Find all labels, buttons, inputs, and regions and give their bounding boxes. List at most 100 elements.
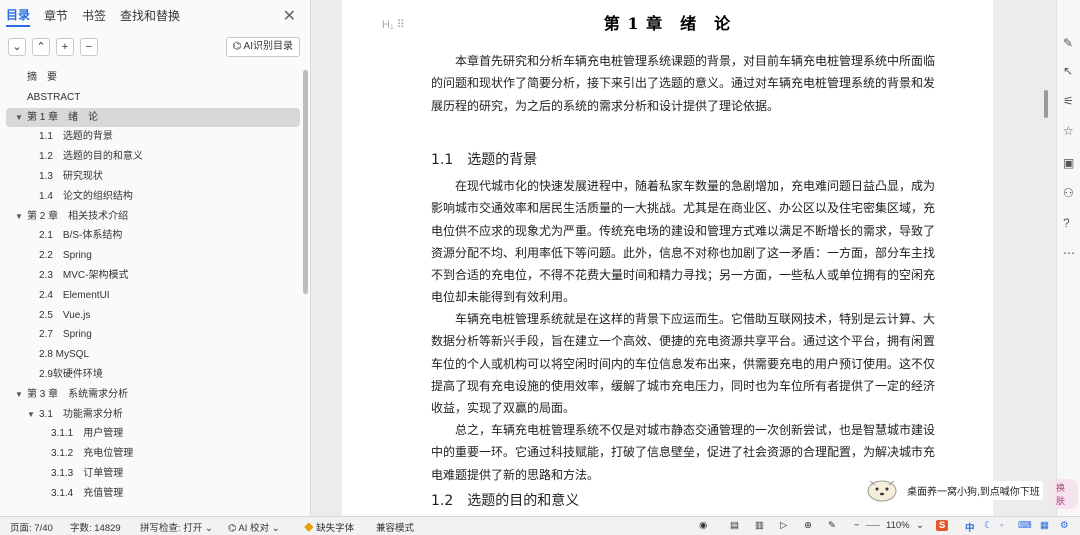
cursor-icon[interactable]: ↖ xyxy=(1063,64,1073,78)
adjust-icon[interactable]: ⚟ xyxy=(1063,94,1074,108)
help-icon[interactable]: ? xyxy=(1063,216,1070,230)
page-view-icon[interactable]: ▤ xyxy=(730,520,739,531)
toc-item-label: 1.1 选题的背景 xyxy=(39,131,113,143)
toc-item[interactable]: 2.9软硬件环境 xyxy=(0,365,302,385)
web-icon[interactable]: ⊕ xyxy=(804,520,812,531)
toc-item[interactable]: 3.1.2 充电位管理 xyxy=(0,444,302,464)
expand-arrow-icon[interactable]: ▼ xyxy=(15,385,23,405)
section-heading-1-2: 1.2 选题的目的和意义 xyxy=(431,493,580,509)
toc-item-label: 1.4 论文的组织结构 xyxy=(39,190,133,202)
tab-find-replace[interactable]: 查找和替换 xyxy=(120,5,180,26)
toc-item[interactable]: ▼ 第 2 章 相关技术介绍 xyxy=(0,207,302,227)
ai-check-button[interactable]: ⌬ AI 校对 ⌄ xyxy=(228,520,280,534)
toc-item-label: 1.3 研究现状 xyxy=(39,170,103,182)
chevron-down-icon[interactable]: ⌄ xyxy=(916,520,924,531)
shirt-icon[interactable]: ⚇ xyxy=(1063,186,1074,200)
grid-icon[interactable]: ▦ xyxy=(1040,520,1049,531)
toc-item-label: 3.1.1 用户管理 xyxy=(51,428,124,440)
mascot-text: 桌面养一窝小狗,到点喊你下班 xyxy=(904,481,1043,500)
chapter-title: 第 1 章 绪 论 xyxy=(603,14,732,33)
pen-icon[interactable]: ✎ xyxy=(1063,36,1073,50)
ai-toc-button[interactable]: ⌬ AI识别目录 xyxy=(225,37,300,57)
ime-logo-icon[interactable]: S xyxy=(936,520,949,531)
moon-icon[interactable]: ☾ xyxy=(984,520,993,531)
pen-icon[interactable]: ✎ xyxy=(828,520,836,531)
word-count[interactable]: 字数: 14829 xyxy=(70,520,121,534)
toc-item[interactable]: 1.4 论文的组织结构 xyxy=(0,187,302,207)
expand-arrow-icon[interactable]: ▼ xyxy=(15,207,23,227)
play-icon[interactable]: ▷ xyxy=(780,520,787,531)
toc-item-label: 2.4 ElementUI xyxy=(39,289,110,301)
more-icon[interactable]: ⋯ xyxy=(1063,246,1075,260)
toc-item[interactable]: 2.4 ElementUI xyxy=(0,286,302,306)
toc-item[interactable]: 3.1.3 订单管理 xyxy=(0,464,302,484)
chevron-up-icon[interactable]: ⌃ xyxy=(32,38,50,56)
outline-view-icon[interactable]: ▥ xyxy=(755,520,764,531)
toc-item[interactable]: 2.8 MySQL xyxy=(0,345,302,365)
toc-item[interactable]: 3.1.1 用户管理 xyxy=(0,424,302,444)
zoom-level[interactable]: 110% xyxy=(886,520,910,531)
toc-item-label: 2.1 B/S-体系结构 xyxy=(39,230,123,242)
toc-item-label: 2.8 MySQL xyxy=(39,349,90,361)
document-scrollbar[interactable] xyxy=(1044,90,1048,118)
close-icon[interactable]: ✕ xyxy=(283,6,296,26)
right-toolbar: ✎ ↖ ⚟ ☆ ▣ ⚇ ? ⋯ xyxy=(1056,0,1080,516)
toc-item[interactable]: 2.1 B/S-体系结构 xyxy=(0,226,302,246)
skin-button[interactable]: 换肤 xyxy=(1050,479,1078,509)
toc-item[interactable]: ▼ 第 1 章 绪 论 xyxy=(6,107,300,128)
toc-item-label: 1.2 选题的目的和意义 xyxy=(39,151,143,163)
toc-item[interactable]: 2.2 Spring xyxy=(0,246,302,266)
sidebar-scrollbar[interactable] xyxy=(303,70,308,294)
toc-item-label: 3.1.3 订单管理 xyxy=(51,467,124,479)
toc-item-label: ABSTRACT xyxy=(27,91,81,103)
toc-item[interactable]: 2.7 Spring xyxy=(0,325,302,345)
plus-icon[interactable]: + xyxy=(56,38,74,56)
toc-item-label: 2.2 Spring xyxy=(39,250,92,262)
toc-item[interactable]: 3.1.4 充值管理 xyxy=(0,484,302,504)
minus-icon[interactable]: − xyxy=(80,38,98,56)
expand-arrow-icon[interactable]: ▼ xyxy=(15,108,23,128)
tab-bookmarks[interactable]: 书签 xyxy=(82,5,106,26)
tab-toc[interactable]: 目录 xyxy=(6,4,31,27)
chevron-down-icon[interactable]: ⌄ xyxy=(8,38,26,56)
punct-icon[interactable]: ◦ xyxy=(1000,520,1003,531)
toc-item-label: 3.1.4 充值管理 xyxy=(51,487,124,499)
toc-item-label: 摘 要 xyxy=(27,72,57,83)
toc-item-label: 2.3 MVC-架构模式 xyxy=(39,269,129,281)
toc-item[interactable]: ▼ 第 3 章 系统需求分析 xyxy=(0,385,302,405)
mascot-banner[interactable]: 桌面养一窝小狗,到点喊你下班 换肤 xyxy=(862,477,1078,509)
expand-arrow-icon[interactable]: ▼ xyxy=(27,405,35,425)
ai-icon: ⌬ xyxy=(228,523,239,534)
compat-mode-label: 兼容模式 xyxy=(376,523,415,534)
toc-item-label: 3.1 功能需求分析 xyxy=(39,408,123,420)
keyboard-icon[interactable]: ⌨ xyxy=(1018,520,1032,531)
chevron-down-icon: ⌄ xyxy=(271,523,280,534)
image-icon[interactable]: ▣ xyxy=(1063,156,1074,170)
missing-font-button[interactable]: ◆ 缺失字体 xyxy=(304,520,354,534)
eye-icon[interactable]: ◉ xyxy=(699,520,707,531)
toc-item[interactable]: 1.3 研究现状 xyxy=(0,167,302,187)
status-bar: 页面: 7/40 字数: 14829 拼写检查: 打开 ⌄ ⌬ AI 校对 ⌄ … xyxy=(0,516,1080,535)
toc-item[interactable]: 1.2 选题的目的和意义 xyxy=(0,147,302,167)
zoom-slider[interactable] xyxy=(866,525,880,526)
toc-item[interactable]: 2.3 MVC-架构模式 xyxy=(0,266,302,286)
settings-icon[interactable]: ⚙ xyxy=(1060,520,1069,531)
page-indicator[interactable]: 页面: 7/40 xyxy=(10,520,53,534)
star-icon[interactable]: ☆ xyxy=(1063,124,1074,138)
tab-chapters[interactable]: 章节 xyxy=(44,5,68,26)
paragraph-background: 在现代城市化的快速发展进程中，随着私家车数量的急剧增加，充电难问题日益凸显，成为… xyxy=(431,179,936,305)
toc-item-label: 第 2 章 相关技术介绍 xyxy=(27,210,129,222)
toc-item[interactable]: 摘 要 xyxy=(0,68,302,88)
toc-item[interactable]: ABSTRACT xyxy=(0,88,302,108)
dog-mascot-icon xyxy=(867,480,897,502)
toc-item[interactable]: ▼ 3.1 功能需求分析 xyxy=(0,405,302,425)
zoom-out-icon[interactable]: − xyxy=(854,520,860,531)
spellcheck-toggle[interactable]: 拼写检查: 打开 ⌄ xyxy=(140,520,213,534)
ime-language[interactable]: 中 xyxy=(965,520,975,534)
toc-toolbar: ⌄ ⌃ + − ⌬ AI识别目录 xyxy=(0,30,310,64)
warning-icon: ◆ xyxy=(304,523,317,534)
chevron-down-icon: ⌄ xyxy=(204,523,213,534)
section-heading-1-1: 1.1 选题的背景 xyxy=(431,152,538,168)
toc-item[interactable]: 2.5 Vue.js xyxy=(0,306,302,326)
toc-item[interactable]: 1.1 选题的背景 xyxy=(0,127,302,147)
